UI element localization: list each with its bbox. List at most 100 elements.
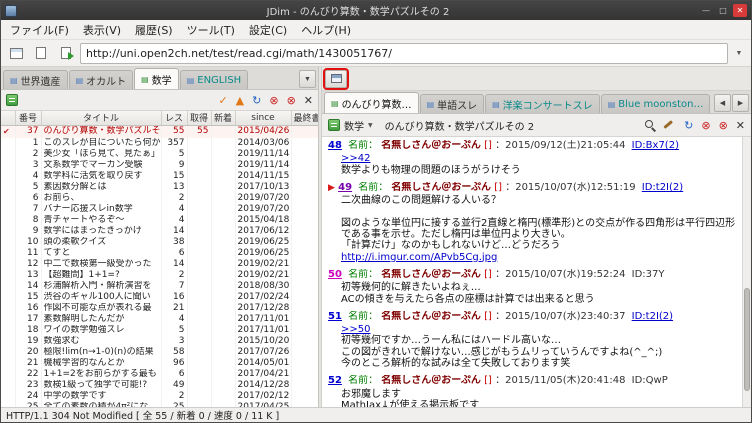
close-tab-icon[interactable]: ✕ <box>304 95 313 106</box>
delete-icon[interactable]: ⊗ <box>287 95 296 106</box>
post-name[interactable]: 名無しさん＠おーぷん <box>381 140 481 151</box>
thread-row[interactable]: 14 杉浦解析入門・解析演習を 7 2018/08/30 <box>1 280 318 292</box>
stop-icon[interactable]: ⊗ <box>269 95 278 106</box>
board-tab[interactable]: ▤ 数学 <box>134 68 179 89</box>
board-tab[interactable]: ▤ ENGLISH <box>179 70 249 89</box>
thread-row[interactable]: 18 ワイの数学勉強スレ 5 2017/11/01 <box>1 324 318 336</box>
close-button[interactable]: ✕ <box>733 4 747 17</box>
thread-tab[interactable]: ▤ 洋楽コンサートスレ <box>485 94 600 113</box>
thread-row[interactable]: 13 【超難問】1+1=? 2 2019/02/21 <box>1 269 318 281</box>
thread-row[interactable]: ✔ 37 のんびり算数・数学パズルその 55 55 2015/04/26 <box>1 125 318 138</box>
post-name[interactable]: 名無しさん＠おーぷん <box>381 375 481 386</box>
thread-row[interactable]: 7 バナー応援スレin数学 4 2019/07/20 <box>1 203 318 215</box>
col-number[interactable]: 番号 <box>15 111 42 126</box>
post-id[interactable]: ID:t2I(2) <box>632 311 673 322</box>
post-name[interactable]: 名無しさん＠おーぷん <box>391 182 491 193</box>
thread-row[interactable]: 1 このスレが目についたら何か 357 2014/03/06 <box>1 137 318 149</box>
since-date: 2017/11/01 <box>235 313 292 325</box>
post-id[interactable]: ID:t2I(2) <box>642 182 683 193</box>
board-list-button[interactable] <box>5 43 27 64</box>
post-number-link[interactable]: 51 <box>328 311 342 322</box>
menu-item[interactable]: ファイル(F) <box>3 20 76 40</box>
thread-row[interactable]: 21 機械学習的なんとか 96 2014/05/01 <box>1 357 318 369</box>
thread-row[interactable]: 4 数学科に活気を取り戻す 15 2014/11/15 <box>1 170 318 182</box>
col-last-write[interactable]: 最終書込 <box>291 111 318 126</box>
col-got[interactable]: 取得 <box>187 111 212 126</box>
post-number-link[interactable]: 52 <box>328 375 342 386</box>
tab-scroll-right-button[interactable]: ▶ <box>732 94 749 112</box>
maximize-button[interactable]: □ <box>716 4 730 17</box>
post-number-link[interactable]: 49 <box>338 182 352 193</box>
thread-row[interactable]: 20 極限!lim(n→1-0)(n)の結果 58 2017/07/26 <box>1 346 318 358</box>
search-icon[interactable] <box>644 119 656 131</box>
close-tab-icon[interactable]: ✕ <box>736 120 745 131</box>
write-icon[interactable] <box>664 119 676 131</box>
thread-row[interactable]: 5 素因数分解とは 13 2017/10/13 <box>1 181 318 193</box>
thread-row[interactable]: 6 お前ら、 2 2019/07/20 <box>1 192 318 204</box>
col-new[interactable]: 新着 <box>211 111 236 126</box>
board-name-label[interactable]: 数学 <box>344 118 364 133</box>
window-controls: — □ ✕ <box>699 4 747 17</box>
thread-row[interactable]: 11 てすと 6 2019/06/25 <box>1 247 318 259</box>
post-number-link[interactable]: 48 <box>328 140 342 151</box>
post-number-link[interactable]: 50 <box>328 269 342 280</box>
last-write <box>291 280 318 292</box>
scroll-top-icon[interactable]: ▲ <box>236 95 244 106</box>
scrollbar[interactable] <box>742 137 751 407</box>
col-res[interactable]: レス <box>161 111 188 126</box>
thread-tab[interactable]: ▤ 単語スレ <box>419 94 485 113</box>
minimize-button[interactable]: — <box>699 4 713 17</box>
thread-row[interactable]: 16 作図不可能な点が表れる最 21 2017/12/28 <box>1 302 318 314</box>
app-window: JDim - のんびり算数・数学パズルその 2 — □ ✕ ファイル(F) 表示… <box>0 0 752 423</box>
reload-icon[interactable]: ↻ <box>684 120 693 131</box>
stop-icon[interactable]: ⊗ <box>701 120 710 131</box>
post-id[interactable]: ID:Bx7(2) <box>632 140 679 151</box>
menu-item[interactable]: ツール(T) <box>180 20 242 40</box>
col-since[interactable]: since <box>235 111 292 126</box>
col-mark[interactable] <box>1 111 16 126</box>
menu-item[interactable]: ヘルプ(H) <box>294 20 358 40</box>
thread-tab[interactable]: ▤ Blue moonston… <box>600 94 711 113</box>
board-tab[interactable]: ▤ 世界遺産 <box>3 70 68 89</box>
open-url-button[interactable] <box>55 43 77 64</box>
menu-item[interactable]: 履歴(S) <box>128 20 180 40</box>
new-count <box>211 137 236 149</box>
thread-row[interactable]: 9 数学にはまったきっかけ 14 2017/06/12 <box>1 225 318 237</box>
thread-list-button[interactable] <box>30 43 52 64</box>
chevron-down-icon[interactable]: ▼ <box>368 122 373 129</box>
thread-tab[interactable]: ▤ のんびり算数… <box>324 92 419 113</box>
thread-title-cell: 青チャートやるぞ〜 <box>41 214 162 226</box>
board-tab-menu-button[interactable]: ▼ <box>299 70 316 88</box>
url-input[interactable] <box>80 42 728 64</box>
post-name[interactable]: 名無しさん＠おーぷん <box>381 311 481 322</box>
tab-scroll-left-button[interactable]: ◀ <box>714 94 731 112</box>
mark-read-icon[interactable]: ✓ <box>218 95 227 106</box>
post-id[interactable]: ID:QwP <box>632 375 668 386</box>
thread-row[interactable]: 24 中学の数学です 2 2017/02/12 <box>1 390 318 402</box>
thread-row[interactable]: 19 数強求む 3 2015/10/20 <box>1 335 318 347</box>
view-toggle-button[interactable] <box>323 67 349 90</box>
post-id[interactable]: ID:37Y <box>632 269 665 280</box>
board-tab[interactable]: ▤ オカルト <box>68 70 134 89</box>
thread-row[interactable]: 22 1+1=2をお前らがする最も 6 2017/04/21 <box>1 368 318 380</box>
thread-row[interactable]: 12 中二で数検第一級受かった 14 2019/02/21 <box>1 258 318 270</box>
last-write <box>291 148 318 160</box>
thread-row[interactable]: 8 青チャートやるぞ〜 4 2015/04/18 <box>1 214 318 226</box>
scrollbar-thumb[interactable] <box>744 288 750 391</box>
thread-row[interactable]: 23 数検1級って独学で可能!? 49 2014/12/28 <box>1 379 318 391</box>
thread-row[interactable]: 10 頭の柔軟クイズ 38 2019/06/25 <box>1 236 318 248</box>
col-title[interactable]: タイトル <box>41 111 162 126</box>
post-name[interactable]: 名無しさん＠おーぷん <box>381 269 481 280</box>
thread-row[interactable]: 17 素数解明したんだが 4 2017/11/01 <box>1 313 318 325</box>
post-name-label: 名前： <box>348 375 379 387</box>
thread-number: 23 <box>15 379 42 391</box>
thread-row[interactable]: 3 文系数学でマーカン受験 9 2019/11/14 <box>1 159 318 171</box>
menu-item[interactable]: 設定(C) <box>242 20 294 40</box>
url-dropdown-button[interactable]: ▼ <box>731 43 747 64</box>
delete-icon[interactable]: ⊗ <box>719 120 728 131</box>
menu-item[interactable]: 表示(V) <box>76 20 128 40</box>
titlebar[interactable]: JDim - のんびり算数・数学パズルその 2 — □ ✕ <box>1 1 751 20</box>
reload-icon[interactable]: ↻ <box>252 95 261 106</box>
thread-row[interactable]: 15 渋谷のギャル100人に聞い 16 2017/02/24 <box>1 291 318 303</box>
thread-row[interactable]: 2 美少女「ほら見て、見たぁ」 5 2019/11/14 <box>1 148 318 160</box>
